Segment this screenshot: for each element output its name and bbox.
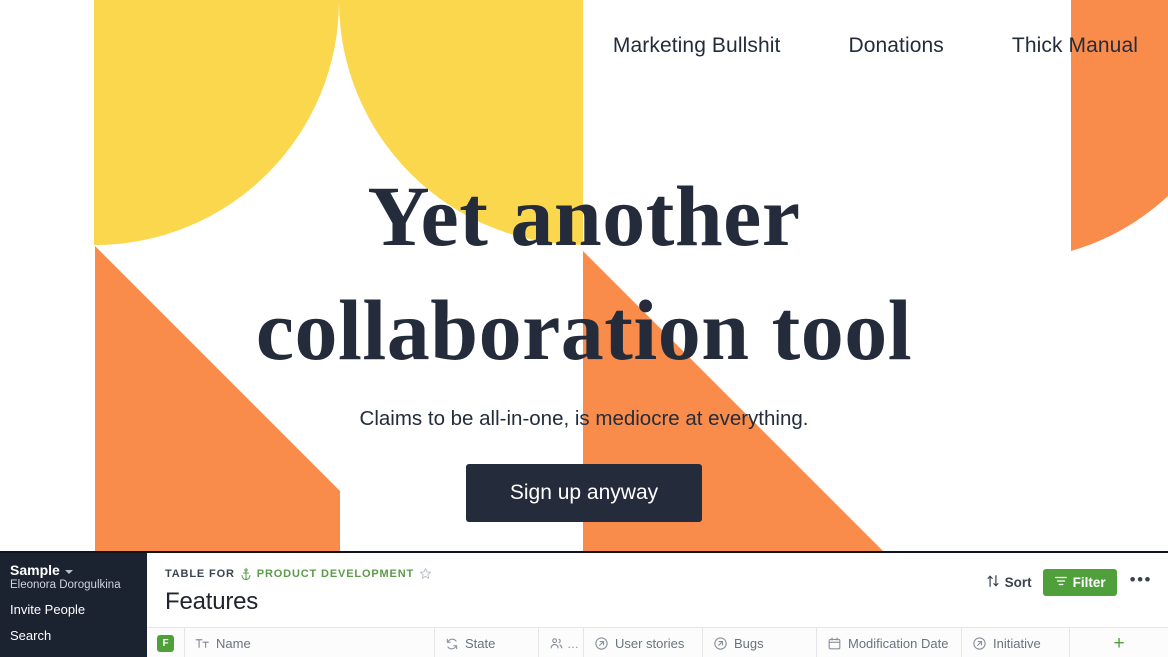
people-icon: [549, 636, 564, 651]
column-header-label: User stories: [615, 636, 685, 651]
sort-arrows-icon: [986, 574, 1000, 591]
link-arrow-icon: [594, 636, 609, 651]
nav-link-manual[interactable]: Thick Manual: [1012, 34, 1138, 58]
link-arrow-icon: [972, 636, 987, 651]
column-header-label: State: [465, 636, 496, 651]
toolbar-actions: Sort Filter •••: [986, 569, 1154, 596]
column-header-user-stories[interactable]: User stories: [584, 628, 703, 657]
column-header-label: Bugs: [734, 636, 764, 651]
signup-button[interactable]: Sign up anyway: [465, 464, 703, 523]
website-hero: Marketing Bullshit Donations Thick Manua…: [0, 0, 1168, 551]
column-header-modification-date[interactable]: Modification Date: [817, 628, 962, 657]
filter-button-label: Filter: [1072, 575, 1106, 590]
text-format-icon: [195, 636, 210, 651]
entity-badge: F: [157, 635, 174, 652]
workspace-switcher[interactable]: Sample: [0, 562, 147, 578]
hero-navigation: Marketing Bullshit Donations Thick Manua…: [0, 34, 1168, 58]
state-icon: [445, 637, 459, 651]
breadcrumb-prefix: TABLE FOR: [165, 567, 235, 580]
sidebar-item-search[interactable]: Search: [0, 617, 147, 643]
app-sidebar: Sample Eleonora Dorogulkina Invite Peopl…: [0, 553, 147, 657]
column-header-label: Modification Date: [848, 636, 949, 651]
chevron-down-icon: [64, 569, 73, 574]
sort-button-label: Sort: [1004, 575, 1032, 590]
column-header-truncated: …: [567, 636, 580, 651]
column-header-people[interactable]: …: [539, 628, 584, 657]
add-column-button[interactable]: +: [1070, 628, 1168, 657]
breadcrumb-link-product-development[interactable]: PRODUCT DEVELOPMENT: [257, 568, 414, 580]
breadcrumb-block: TABLE FOR PRODUCT DEVELOPMENT Features: [165, 567, 432, 616]
table-header-row: F Name State … User stories Bugs Modific…: [147, 627, 1168, 657]
column-header-name[interactable]: Name: [185, 628, 435, 657]
app-main: TABLE FOR PRODUCT DEVELOPMENT Features S…: [147, 553, 1168, 657]
column-header-bugs[interactable]: Bugs: [703, 628, 817, 657]
calendar-icon: [827, 636, 842, 651]
app-window: Sample Eleonora Dorogulkina Invite Peopl…: [0, 551, 1168, 657]
column-header-label: Name: [216, 636, 251, 651]
more-options-button[interactable]: •••: [1128, 571, 1154, 591]
sort-button[interactable]: Sort: [986, 574, 1032, 591]
workspace-name: Sample: [10, 562, 60, 578]
nav-link-marketing[interactable]: Marketing Bullshit: [613, 34, 781, 58]
column-header-initiative[interactable]: Initiative: [962, 628, 1070, 657]
nav-link-donations[interactable]: Donations: [848, 34, 943, 58]
link-arrow-icon: [713, 636, 728, 651]
screenshot-root: Marketing Bullshit Donations Thick Manua…: [0, 0, 1168, 657]
column-header-label: Initiative: [993, 636, 1041, 651]
workspace-user-name: Eleonora Dorogulkina: [10, 579, 121, 591]
filter-button[interactable]: Filter: [1042, 569, 1117, 596]
sidebar-item-invite-people[interactable]: Invite People: [0, 591, 147, 617]
main-toolbar: TABLE FOR PRODUCT DEVELOPMENT Features S…: [147, 553, 1168, 616]
anchor-icon: [240, 567, 252, 580]
breadcrumb: TABLE FOR PRODUCT DEVELOPMENT: [165, 567, 432, 580]
column-header-state[interactable]: State: [435, 628, 539, 657]
column-entity-badge: F: [147, 628, 185, 657]
star-outline-icon[interactable]: [419, 567, 432, 580]
filter-lines-icon: [1054, 574, 1068, 591]
page-title: Features: [165, 588, 259, 615]
